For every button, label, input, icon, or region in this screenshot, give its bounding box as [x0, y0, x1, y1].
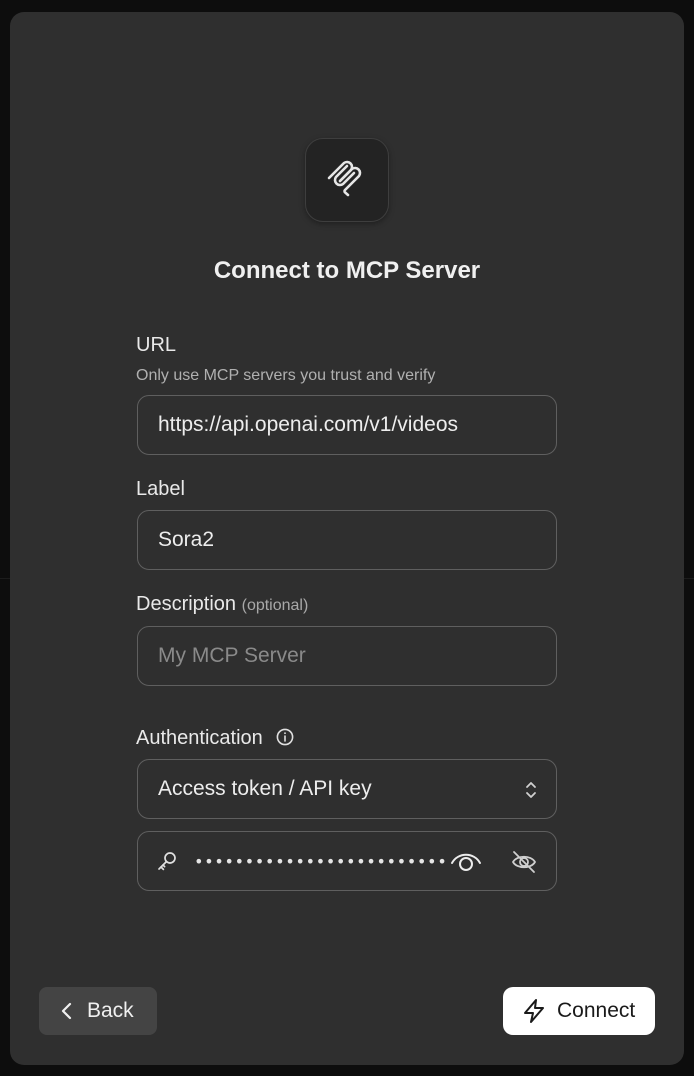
- optional-tag: (optional): [241, 597, 309, 614]
- description-label: Description (optional): [136, 593, 308, 616]
- chevron-up-down-icon: [526, 782, 536, 798]
- authentication-label-text: Authentication: [136, 727, 263, 749]
- eye-icon[interactable]: [450, 849, 482, 873]
- chevron-left-icon: [61, 1002, 72, 1020]
- connect-button[interactable]: Connect: [503, 987, 655, 1035]
- authentication-label: Authentication: [136, 727, 294, 750]
- mcp-logo-icon: [327, 160, 362, 197]
- mcp-logo-tile: [305, 138, 389, 222]
- url-input-value: https://api.openai.com/v1/videos: [158, 413, 459, 436]
- auth-method-value: Access token / API key: [158, 777, 372, 800]
- api-key-masked-value: ••••••••••••••••••••••••••••••••••••••••…: [194, 851, 446, 871]
- description-placeholder: My MCP Server: [158, 644, 306, 667]
- dialog-title: Connect to MCP Server: [213, 257, 481, 284]
- label-field-label: Label: [136, 478, 185, 500]
- eye-off-icon[interactable]: [510, 848, 538, 876]
- auth-method-select[interactable]: Access token / API key: [137, 759, 557, 819]
- label-input-value: Sora2: [158, 528, 215, 551]
- url-hint: Only use MCP servers you trust and verif…: [136, 367, 436, 384]
- description-input[interactable]: My MCP Server: [137, 626, 557, 686]
- url-label: URL: [136, 334, 177, 356]
- label-input[interactable]: Sora2: [137, 510, 557, 570]
- api-key-input[interactable]: ••••••••••••••••••••••••••••••••••••••••…: [137, 831, 557, 891]
- back-button[interactable]: Back: [39, 987, 157, 1035]
- mcp-connect-dialog: Connect to MCP Server URL Only use MCP s…: [10, 12, 684, 1065]
- back-button-label: Back: [87, 999, 134, 1022]
- connect-button-label: Connect: [557, 999, 636, 1022]
- info-icon[interactable]: [276, 728, 294, 746]
- key-icon: [158, 852, 176, 871]
- description-label-text: Description: [136, 593, 237, 615]
- url-input[interactable]: https://api.openai.com/v1/videos: [137, 395, 557, 455]
- lightning-bolt-icon: [524, 999, 544, 1023]
